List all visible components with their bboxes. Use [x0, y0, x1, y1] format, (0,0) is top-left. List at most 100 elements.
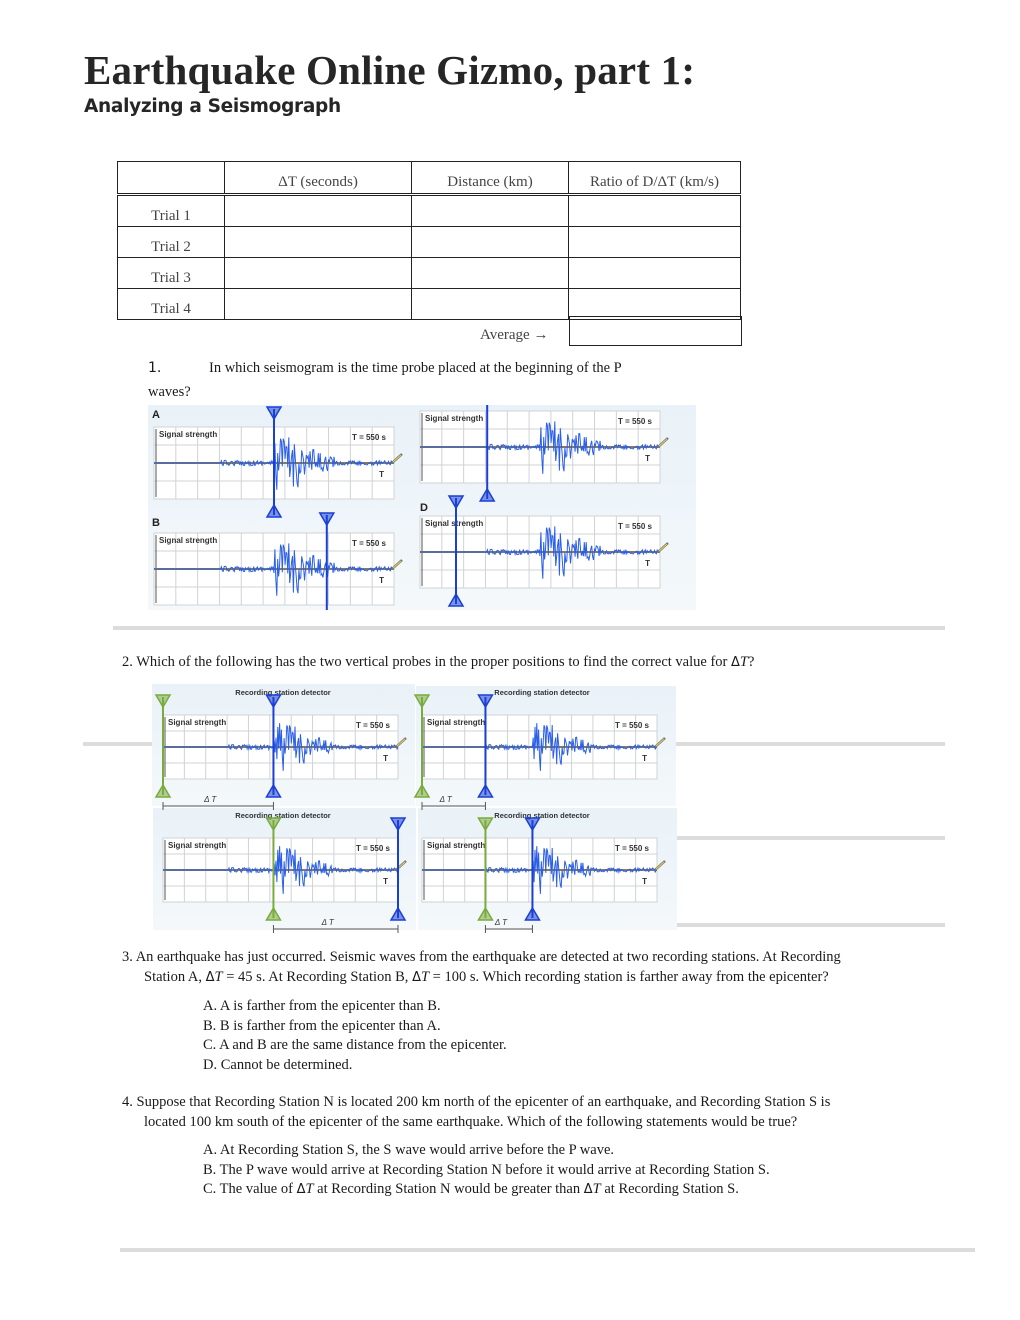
t-variable: T — [592, 1181, 601, 1197]
divider — [120, 1248, 975, 1252]
time-label: T = 550 s — [356, 844, 391, 853]
t-axis-label: T — [383, 877, 388, 886]
delta-symbol: Δ — [583, 1182, 593, 1197]
q4-choices: A. At Recording Station S, the S wave wo… — [203, 1141, 770, 1200]
table-row: Trial 1 — [117, 194, 741, 227]
recording-station-title: Recording station detector — [235, 688, 331, 697]
table-row: Trial 2 — [117, 226, 741, 258]
q4-choice-c[interactable]: C. The value of ΔT at Recording Station … — [203, 1180, 770, 1200]
green-probe-top-handle — [154, 694, 172, 709]
t-variable: T — [305, 1181, 314, 1197]
blue-probe-bottom-handle — [478, 487, 496, 502]
seismogram: Signal strength T = 550 s T — [419, 495, 669, 607]
q2-text-prefix: 2. Which of the following has the two ve… — [122, 654, 731, 670]
document-title: Earthquake Online Gizmo, part 1: — [84, 47, 696, 93]
q2-seismograms: Recording station detectorSignal strengt… — [154, 688, 666, 933]
recording-station-title: Recording station detector — [494, 811, 590, 820]
table-cell[interactable] — [568, 194, 741, 227]
average-cell[interactable] — [569, 316, 742, 346]
q4-text-part: at Recording Station N would be greater … — [313, 1181, 584, 1197]
signal-strength-label: Signal strength — [159, 536, 217, 545]
seismogram-label-b: B — [152, 517, 160, 529]
t-axis-label: T — [642, 754, 647, 763]
table-row: Trial 4 — [117, 288, 741, 320]
table-cell[interactable] — [568, 257, 741, 289]
row-label: Trial 4 — [117, 288, 225, 320]
seismogram: Signal strength T = 550 s T Δ T — [413, 694, 666, 810]
blue-probe-bottom-handle — [265, 503, 283, 518]
q3-choices: A. A is farther from the epicenter than … — [203, 997, 507, 1075]
time-label: T = 550 s — [615, 844, 650, 853]
q3-choice-b[interactable]: B. B is farther from the epicenter than … — [203, 1017, 507, 1037]
t-axis-label: T — [645, 454, 650, 463]
seismogram: Signal strength T = 550 s T — [419, 405, 669, 502]
row-label: Trial 2 — [117, 226, 225, 258]
q4-text-part: C. The value of — [203, 1181, 297, 1197]
table-header-delta-t: ΔT (seconds) — [224, 161, 412, 196]
recording-station-title: Recording station detector — [494, 688, 590, 697]
delta-symbol: Δ — [412, 969, 421, 985]
table-cell[interactable] — [224, 257, 412, 289]
signal-strength-label: Signal strength — [425, 519, 483, 528]
q3-text-part: = 100 s. Which recording station is fart… — [429, 968, 829, 985]
table-header-distance: Distance (km) — [411, 161, 569, 196]
green-probe-bottom-handle — [477, 906, 494, 921]
table-cell[interactable] — [568, 288, 741, 320]
q4-choice-a[interactable]: A. At Recording Station S, the S wave wo… — [203, 1141, 770, 1161]
row-label: Trial 1 — [117, 194, 225, 227]
delta-t-label: Δ T — [321, 918, 335, 927]
table-cell[interactable] — [224, 288, 412, 320]
time-label: T = 550 s — [618, 522, 653, 531]
divider-fragment — [676, 742, 945, 746]
t-axis-label: T — [383, 754, 388, 763]
seismogram: Signal strength T = 550 s T — [153, 512, 403, 610]
q1-seismograms: Signal strength T = 550 s T A Signal strengt… — [152, 405, 669, 610]
seismogram: Signal strength T = 550 s T Δ T — [154, 694, 407, 810]
table-cell[interactable] — [411, 288, 569, 320]
table-cell[interactable] — [568, 226, 741, 258]
time-label: T = 550 s — [352, 539, 387, 548]
blue-probe-top-handle — [265, 406, 283, 421]
t-variable: T — [214, 968, 223, 985]
blue-probe-top-handle — [477, 694, 494, 709]
green-probe-bottom-handle — [154, 783, 172, 798]
t-axis-label: T — [379, 470, 384, 479]
q3-choice-c[interactable]: C. A and B are the same distance from th… — [203, 1036, 507, 1056]
q3-choice-d[interactable]: D. Cannot be determined. — [203, 1056, 507, 1076]
seismogram: Signal strength T = 550 s T Δ T — [162, 817, 407, 933]
signal-strength-label: Signal strength — [159, 430, 217, 439]
q1-text: In which seismogram is the time probe pl… — [209, 360, 622, 376]
table-cell[interactable] — [411, 194, 569, 227]
time-label: T = 550 s — [352, 433, 387, 442]
time-label: T = 550 s — [356, 721, 391, 730]
t-axis-label: T — [645, 559, 650, 568]
blue-probe-bottom-handle — [389, 906, 407, 921]
table-cell[interactable] — [224, 194, 412, 227]
time-label: T = 550 s — [618, 417, 653, 426]
q3-text-part: = 45 s. At Recording Station B, — [222, 968, 413, 985]
seismogram-label-d: D — [420, 502, 428, 514]
table-row: Trial 3 — [117, 257, 741, 289]
table-header-ratio: Ratio of D/ΔT (km/s) — [568, 161, 741, 196]
table-cell[interactable] — [411, 257, 569, 289]
table-cell[interactable] — [411, 226, 569, 258]
q2-text-suffix: ? — [747, 654, 755, 670]
divider-fragment — [677, 836, 945, 840]
signal-strength-label: Signal strength — [168, 718, 226, 727]
time-label: T = 550 s — [615, 721, 650, 730]
seismogram: Signal strength T = 550 s T Δ T — [421, 817, 666, 933]
table-header-row: ΔT (seconds) Distance (km) Ratio of D/ΔT… — [117, 161, 741, 196]
q3-choice-a[interactable]: A. A is farther from the epicenter than … — [203, 997, 507, 1017]
seismogram-label-a: A — [152, 409, 160, 421]
green-probe-top-handle — [413, 694, 431, 709]
t-variable: T — [420, 968, 430, 985]
blue-probe-top-handle — [447, 495, 465, 510]
blue-probe-top-handle — [389, 817, 407, 832]
q4-choice-b[interactable]: B. The P wave would arrive at Recording … — [203, 1161, 770, 1181]
q1-number: 1. — [148, 360, 162, 376]
t-axis-label: T — [379, 576, 384, 585]
table-cell[interactable] — [224, 226, 412, 258]
q4-line-1: 4. Suppose that Recording Station N is l… — [122, 1094, 831, 1110]
blue-probe-bottom-handle — [524, 906, 541, 921]
green-probe-bottom-handle — [265, 906, 282, 921]
